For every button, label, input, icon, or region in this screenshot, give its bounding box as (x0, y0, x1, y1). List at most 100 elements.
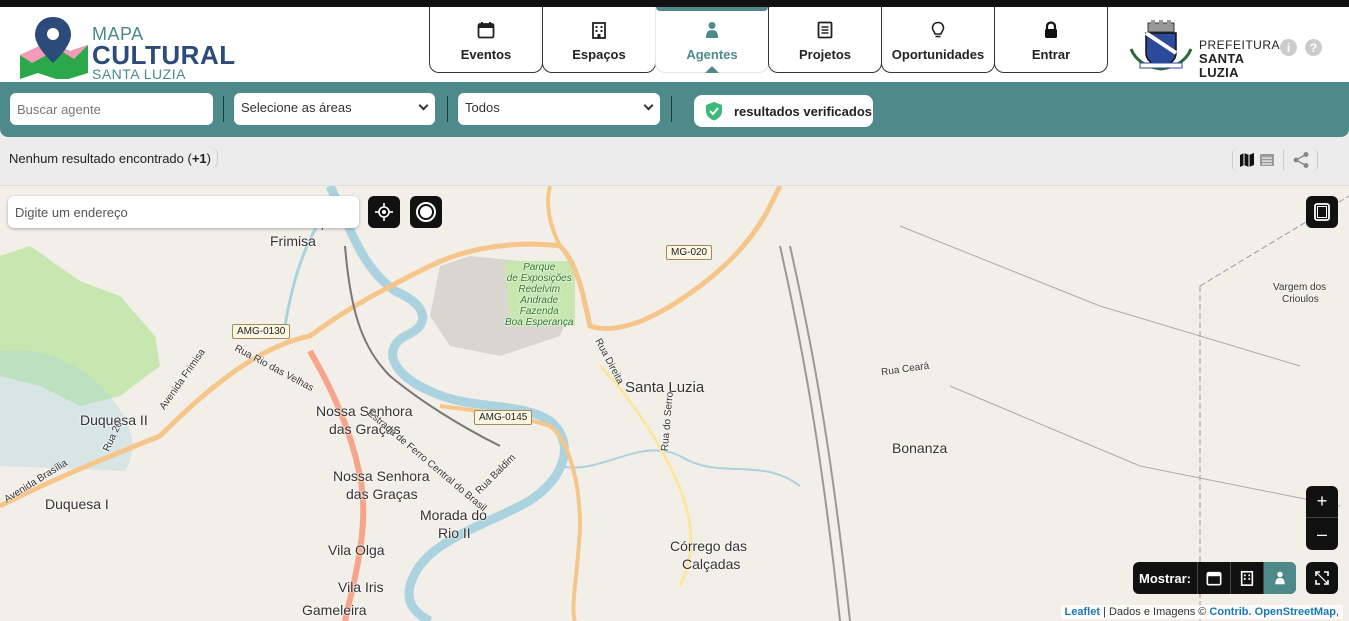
locate-me-button[interactable] (368, 196, 400, 228)
nav-eventos[interactable]: Eventos (429, 7, 543, 73)
lightbulb-icon (931, 21, 945, 38)
prefeitura-line-1: PREFEITURA (1199, 38, 1281, 52)
map-label-crioulos: Crioulos (1282, 294, 1319, 305)
layers-button[interactable] (1306, 196, 1338, 228)
top-border (0, 0, 1349, 7)
crosshair-icon (375, 203, 393, 221)
results-text: Nenhum resultado encontrado ( (9, 151, 192, 166)
coat-of-arms-icon (1129, 20, 1193, 71)
map-label-frimisa: Frimisa (270, 233, 316, 249)
map-label-vargem: Vargem dos (1273, 282, 1327, 293)
view-toggle (1232, 147, 1318, 173)
info-icon[interactable]: i (1280, 39, 1297, 56)
nav-agentes[interactable]: Agentes (655, 7, 769, 73)
agent-search-input[interactable] (10, 93, 213, 125)
nav-oportunidades[interactable]: Oportunidades (881, 7, 995, 73)
map-attribution: Leaflet | Dados e Imagens © Contrib. Ope… (1060, 605, 1343, 619)
building-icon (1240, 570, 1254, 586)
main-nav: Eventos Espaços Agentes Projetos Oportun… (429, 7, 1108, 75)
share-icon[interactable] (1292, 151, 1310, 169)
park-line-3: Redelvim (518, 284, 561, 295)
list-view-icon[interactable] (1259, 152, 1275, 168)
map-label-park: Parque de Exposições Redelvim Andrade Fa… (505, 262, 573, 328)
chevron-down-icon (643, 100, 654, 111)
results-count-text: Nenhum resultado encontrado (+1) (9, 151, 211, 166)
nav-label-agentes: Agentes (686, 47, 738, 62)
map-label-vila-olga: Vila Olga (328, 542, 385, 558)
areas-select-value: Selecione as áreas (241, 100, 352, 115)
building-icon (592, 22, 606, 39)
map-label-nossa-senhora-2: Nossa Senhora (333, 468, 430, 484)
map-label-rio-ii: Rio II (438, 525, 471, 541)
attribution-end: , (1335, 606, 1339, 618)
leaflet-link[interactable]: Leaflet (1065, 606, 1100, 618)
verified-shield-icon (706, 102, 722, 121)
mapa-cultural-logo[interactable]: MAPA CULTURAL SANTA LUZIA (18, 15, 235, 81)
map-label-duquesa-1: Duquesa I (45, 496, 109, 512)
filter-bar: Selecione as áreas Todos resultados veri… (0, 82, 1349, 137)
nav-label-entrar: Entrar (1031, 47, 1071, 62)
help-question-icon[interactable]: ? (1305, 39, 1322, 56)
prefeitura-line-2: SANTA LUZIA (1199, 51, 1244, 80)
map-view-icon[interactable] (1239, 152, 1255, 168)
zoom-out-button[interactable]: – (1306, 518, 1338, 550)
park-line-1: Parque (523, 262, 556, 273)
park-line-2: de Exposições (506, 273, 572, 284)
view-toggle-divider (1283, 149, 1284, 171)
person-icon (706, 22, 718, 38)
nav-espacos[interactable]: Espaços (542, 7, 656, 73)
road-shield-mg020: MG-020 (666, 245, 713, 260)
show-spaces-button[interactable] (1230, 562, 1263, 594)
map-view[interactable]: Frimisa Santa Luzia Vargem dos Crioulos … (0, 186, 1349, 621)
map-label-vila-iris: Vila Iris (338, 579, 384, 595)
type-select[interactable]: Todos (458, 93, 660, 125)
logo-mark-icon (20, 17, 88, 81)
areas-select[interactable]: Selecione as áreas (234, 93, 435, 125)
park-line-5: Fazenda (519, 306, 559, 317)
results-divider (205, 147, 218, 169)
circle-target-icon (416, 202, 436, 222)
verified-results-toggle[interactable]: resultados verificados (694, 95, 873, 127)
site-header: MAPA CULTURAL SANTA LUZIA Eventos Espaço… (0, 7, 1349, 82)
results-bar: Nenhum resultado encontrado (+1) (0, 137, 1349, 186)
show-label: Mostrar: (1139, 570, 1192, 586)
filter-separator (447, 96, 448, 122)
help-icons: i ? (1280, 39, 1322, 56)
chevron-down-icon (418, 100, 429, 111)
nav-label-oportunidades: Oportunidades (891, 47, 985, 62)
map-label-corrego: Córrego das (670, 538, 748, 554)
tablet-icon (1314, 203, 1330, 221)
prefeitura-logo[interactable]: PREFEITURA SANTA LUZIA (1126, 19, 1280, 80)
verified-label: resultados verificados (734, 103, 872, 119)
calendar-icon (1206, 571, 1222, 586)
zoom-control: + – (1306, 486, 1338, 552)
map-label-calcadas: Calçadas (682, 556, 741, 572)
fullscreen-button[interactable] (1306, 562, 1338, 594)
show-events-button[interactable] (1197, 562, 1230, 594)
show-layers-control: Mostrar: (1133, 562, 1297, 594)
nav-label-espacos: Espaços (572, 47, 626, 62)
map-label-bonanza: Bonanza (892, 440, 948, 456)
expand-icon (1315, 571, 1329, 585)
zoom-in-button[interactable]: + (1306, 486, 1338, 518)
road-shield-amg0130: AMG-0130 (232, 324, 291, 339)
filter-separator (223, 96, 224, 122)
logo-line-cultural: CULTURAL (92, 40, 236, 70)
map-label-gameleira: Gameleira (302, 602, 367, 618)
nav-label-eventos: Eventos (460, 47, 512, 62)
logo-wordmark: MAPA CULTURAL SANTA LUZIA (92, 25, 236, 81)
road-shield-amg0145: AMG-0145 (474, 410, 533, 425)
lock-icon (1045, 21, 1057, 38)
nav-projetos[interactable]: Projetos (768, 7, 882, 73)
radius-filter-button[interactable] (410, 196, 442, 228)
osm-link[interactable]: Contrib. OpenStreetMap (1209, 606, 1336, 618)
park-line-4: Andrade (520, 295, 559, 306)
nav-entrar[interactable]: Entrar (994, 7, 1108, 73)
address-search-input[interactable] (8, 196, 359, 228)
document-icon (817, 21, 833, 39)
calendar-icon (477, 22, 495, 39)
prefeitura-text: PREFEITURA SANTA LUZIA (1199, 38, 1280, 80)
show-agents-button[interactable] (1263, 562, 1297, 594)
map-label-das-gracas-2: das Graças (346, 486, 418, 502)
person-icon (1275, 571, 1285, 585)
